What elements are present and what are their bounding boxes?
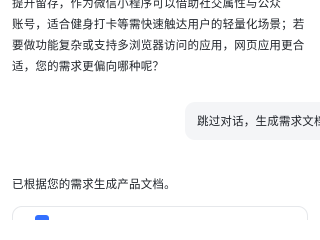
document-icon <box>35 215 49 220</box>
user-message-text: 跳过对话，生成需求文档 <box>197 114 320 128</box>
user-message-bubble: 跳过对话，生成需求文档 <box>185 102 320 140</box>
assistant-message-line: 提升留存，作为微信小程序可以借助社交属性与公众 <box>12 0 282 10</box>
chat-view: 提升留存，作为微信小程序可以借助社交属性与公众 账号，适合健身打卡等需快速触达用… <box>0 0 320 220</box>
generated-document-card[interactable] <box>12 206 308 220</box>
assistant-message: 提升留存，作为微信小程序可以借助社交属性与公众 账号，适合健身打卡等需快速触达用… <box>12 0 316 77</box>
generation-status-text: 已根据您的需求生成产品文档。 <box>12 177 176 191</box>
assistant-message-line: 要做功能复杂或支持多浏览器访问的应用，网页应用更合 <box>12 38 305 52</box>
assistant-message-line: 适，您的需求更偏向哪种呢？ <box>12 59 165 73</box>
assistant-message-line: 账号，适合健身打卡等需快速触达用户的轻量化场景；若 <box>12 17 305 31</box>
